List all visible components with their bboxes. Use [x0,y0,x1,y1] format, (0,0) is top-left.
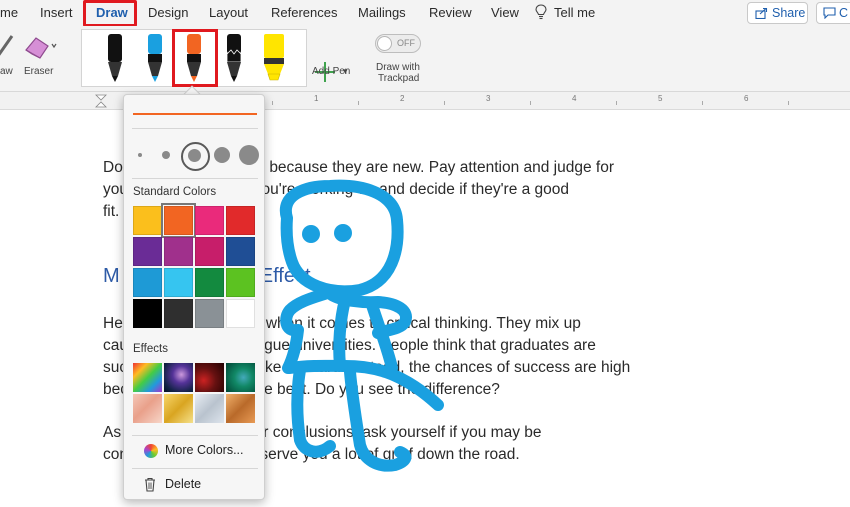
color-swatch[interactable] [226,237,255,266]
eraser-label: Eraser [24,66,54,77]
delete-pen-button[interactable]: Delete [132,474,258,496]
color-swatch[interactable] [164,237,193,266]
effect-swatch-bronze[interactable] [226,394,255,423]
toggle-state-label: OFF [397,38,415,48]
draw-ribbon: aw Eraser ▾ Add Pen OFF Draw with Trackp… [0,26,850,92]
more-colors-label: More Colors... [165,443,244,457]
stroke-preview [133,113,257,115]
comments-button[interactable]: C [816,2,850,24]
draw-tab-highlight [83,0,137,27]
highlighter-icon[interactable] [259,32,289,84]
add-pen-label: Add Pen [312,66,351,77]
effect-swatch-ocean[interactable] [226,363,255,392]
black-pen-icon[interactable] [104,32,126,84]
effect-swatch-rose-gold[interactable] [133,394,162,423]
more-colors-button[interactable]: More Colors... [132,440,258,462]
ruler-tick [788,101,789,105]
share-icon [755,7,768,19]
effect-swatch-silver[interactable] [195,394,224,423]
ruler-tick [444,101,445,105]
divider [132,435,258,436]
comments-label: C [839,6,849,20]
toggle-knob [377,36,392,51]
effect-swatch-rainbow[interactable] [133,363,162,392]
color-swatch[interactable] [195,206,224,235]
ruler-number: 6 [744,94,749,103]
thickness-option-2[interactable] [162,151,170,159]
comment-icon [823,7,836,19]
thickness-option-5[interactable] [239,145,259,165]
draw-tool-label: aw [0,66,13,77]
draw-pencil-icon[interactable] [0,30,16,60]
color-wheel-icon [144,444,158,458]
lightbulb-icon [535,4,547,20]
trackpad-label-line2: Trackpad [378,73,420,84]
pen-options-dropdown: Standard Colors Effects More Colors... D… [123,94,265,500]
ruler-number: 3 [486,94,491,103]
ruler-tick [358,101,359,105]
draw-with-trackpad-toggle[interactable]: OFF [375,34,421,53]
tab-insert[interactable]: Insert [40,5,73,20]
effects-label: Effects [133,343,168,355]
tab-layout[interactable]: Layout [209,5,248,20]
indent-marker-icon[interactable] [95,94,107,108]
thickness-option-1[interactable] [138,153,142,157]
color-swatch[interactable] [226,268,255,297]
tab-mailings[interactable]: Mailings [358,5,406,20]
color-swatch[interactable] [226,206,255,235]
eraser-icon[interactable] [22,32,58,60]
color-swatch[interactable] [226,299,255,328]
share-label: Share [772,6,806,20]
color-swatch[interactable] [133,237,162,266]
divider [132,128,258,129]
color-swatch[interactable] [161,203,196,238]
color-swatch[interactable] [133,299,162,328]
color-swatch[interactable] [164,299,193,328]
ruler-tick [702,101,703,105]
thickness-option-3[interactable] [188,149,201,162]
ruler-tick [616,101,617,105]
delete-label: Delete [165,477,202,491]
color-swatch[interactable] [133,206,162,235]
tell-me-search[interactable]: Tell me [554,5,595,20]
color-swatch[interactable] [133,268,162,297]
blue-pen-icon[interactable] [144,32,166,84]
selected-pen-highlight [172,29,218,87]
color-swatch[interactable] [195,299,224,328]
divider [132,468,258,469]
ruler-tick [530,101,531,105]
divider [132,178,258,179]
standard-colors-label: Standard Colors [133,186,217,198]
share-button[interactable]: Share [747,2,808,24]
color-swatch[interactable] [195,268,224,297]
tab-design[interactable]: Design [148,5,188,20]
effect-swatch-lava[interactable] [195,363,224,392]
ruler-number: 5 [658,94,663,103]
trash-icon [145,477,155,492]
color-swatch[interactable] [195,237,224,266]
tab-home[interactable]: me [0,5,18,20]
ruler-number: 4 [572,94,577,103]
effect-swatch-galaxy[interactable] [164,363,193,392]
trackpad-label-line1: Draw with [376,62,420,73]
color-swatch[interactable] [164,268,193,297]
tab-references[interactable]: References [271,5,337,20]
ruler-number: 2 [400,94,405,103]
effect-swatch-gold[interactable] [164,394,193,423]
ruler-number: 1 [314,94,319,103]
pencil-icon[interactable] [223,32,245,84]
tab-view[interactable]: View [491,5,519,20]
tab-review[interactable]: Review [429,5,472,20]
thickness-option-4[interactable] [214,147,230,163]
ribbon-tab-bar: me Insert Draw Design Layout References … [0,0,850,27]
ruler-tick [272,101,273,105]
